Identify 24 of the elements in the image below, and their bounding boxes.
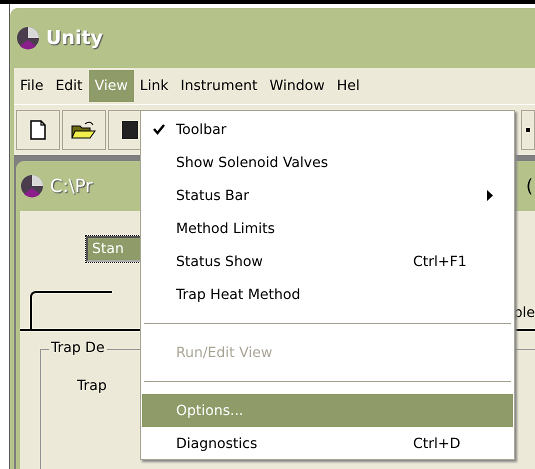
logo-icon <box>16 26 40 50</box>
menu-item[interactable]: Hel <box>330 70 366 102</box>
child-window-title: C:\Pr <box>50 176 93 196</box>
menu-item[interactable]: Window <box>264 70 331 102</box>
menu-item[interactable]: Edit <box>49 70 89 102</box>
new-button[interactable] <box>16 110 60 150</box>
menu-item[interactable]: Link <box>134 70 174 102</box>
tab[interactable] <box>30 291 112 329</box>
tab[interactable]: ple <box>514 305 535 329</box>
toolbar-button[interactable] <box>521 110 535 150</box>
menu-entry[interactable]: Trap Heat Method <box>142 278 513 311</box>
group-label: Trap De <box>49 340 107 356</box>
field-label: Trap <box>77 378 108 394</box>
menu-entry[interactable]: Show Solenoid Valves <box>142 146 513 179</box>
folder-icon <box>71 120 97 140</box>
menu-entry[interactable]: Diagnostics Ctrl+D <box>142 427 513 460</box>
logo-icon <box>20 174 44 198</box>
open-button[interactable] <box>62 110 106 150</box>
page-icon <box>30 120 46 140</box>
child-window-title: ( <box>526 176 534 196</box>
window-title: Unity <box>46 27 103 49</box>
menu-entry[interactable]: Status Bar <box>142 179 513 212</box>
menu-item[interactable]: Instrument <box>174 70 264 102</box>
menu-item[interactable]: File <box>14 70 50 102</box>
